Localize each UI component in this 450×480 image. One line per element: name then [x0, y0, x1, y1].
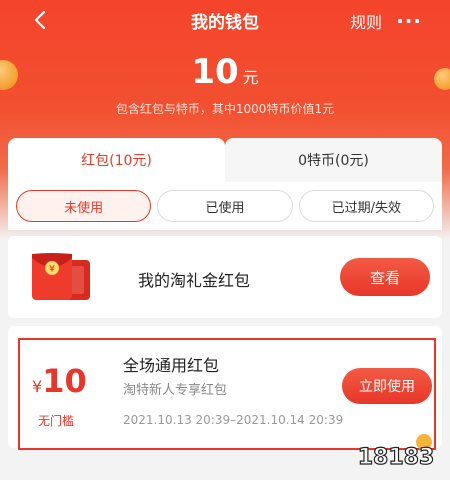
filter-used[interactable]: 已使用	[157, 190, 293, 222]
page-title: 我的钱包	[191, 13, 259, 33]
filter-unused[interactable]: 未使用	[16, 190, 152, 222]
tab-tebi[interactable]: 0特币(0元)	[225, 138, 442, 182]
balance-subtitle: 包含红包与特币，其中1000特币价值1元	[115, 102, 335, 116]
tab-red-envelope[interactable]: 红包(10元)	[8, 138, 225, 182]
red-envelope-icon: ¥	[32, 253, 90, 300]
gift-card-row: ¥ 我的淘礼金红包 查看	[8, 236, 442, 318]
top-bar: 我的钱包 规则 ···	[0, 0, 450, 38]
balance-unit: 元	[242, 68, 259, 87]
view-button[interactable]: 查看	[340, 258, 430, 296]
watermark-logo: 18183	[357, 434, 435, 471]
balance-display: 10 元	[0, 52, 450, 92]
svg-text:18183: 18183	[358, 445, 435, 470]
status-filter: 未使用 已使用 已过期/失效	[8, 182, 442, 230]
more-icon[interactable]: ···	[396, 9, 422, 33]
rules-link[interactable]: 规则	[350, 9, 382, 33]
svg-text:¥: ¥	[49, 265, 55, 275]
filter-expired[interactable]: 已过期/失效	[298, 190, 434, 222]
balance-amount: 10	[191, 52, 239, 92]
gift-card-name: 我的淘礼金红包	[138, 271, 251, 290]
wallet-tabs: 红包(10元) 0特币(0元)	[8, 138, 442, 182]
